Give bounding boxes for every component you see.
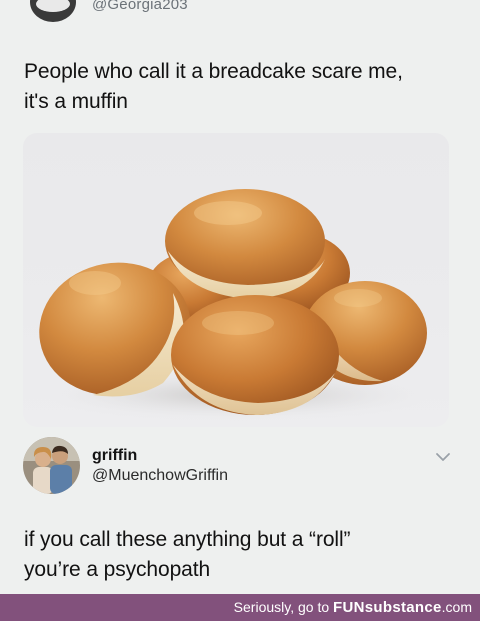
reply-avatar[interactable] — [23, 437, 80, 494]
reply-text-line-2: you’re a psychopath — [24, 558, 211, 581]
watermark-prefix: Seriously, go to — [233, 599, 334, 615]
watermark-text[interactable]: Seriously, go to FUNsubstance.com — [234, 599, 472, 616]
watermark-suffix: .com — [441, 599, 472, 615]
watermark-bar: Seriously, go to FUNsubstance.com — [0, 594, 480, 621]
tweet-text-line-2: it's a muffin — [24, 90, 128, 113]
tweet-text: People who call it a breadcake scare me,… — [24, 57, 403, 117]
reply-display-name[interactable]: griffin — [92, 447, 137, 465]
tweet-photo[interactable] — [23, 133, 449, 427]
reply-text: if you call these anything but a “roll” … — [24, 525, 351, 585]
reply-handle[interactable]: @MuenchowGriffin — [92, 467, 228, 485]
watermark-brand: FUNsubstance — [333, 599, 442, 616]
top-avatar[interactable] — [30, 0, 76, 22]
profile-photo-icon — [23, 437, 80, 494]
chevron-down-icon[interactable] — [435, 450, 451, 464]
tweet-text-line-1: People who call it a breadcake scare me, — [24, 60, 403, 83]
bread-rolls-image — [38, 189, 438, 421]
reply-text-line-1: if you call these anything but a “roll” — [24, 528, 351, 551]
top-handle[interactable]: @Georgia203 — [92, 0, 188, 13]
